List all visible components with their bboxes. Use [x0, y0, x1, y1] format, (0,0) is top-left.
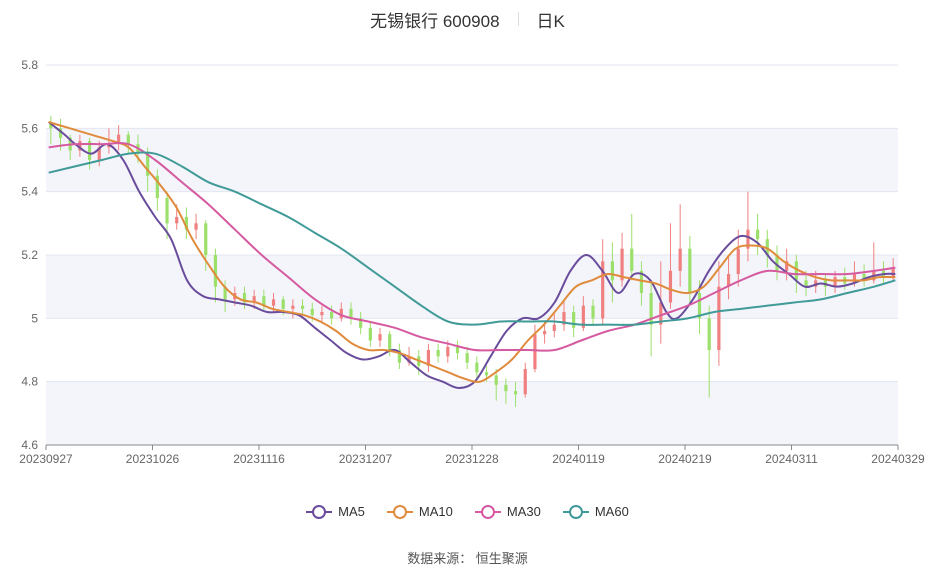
candle-body	[300, 305, 305, 309]
data-source: 数据来源： 恒生聚源	[407, 551, 528, 566]
legend-ma10-label: MA10	[418, 504, 453, 519]
candle-body	[833, 277, 837, 287]
candle-body	[630, 248, 634, 271]
candle-body	[204, 223, 208, 255]
legend-ma5-label: MA5	[338, 504, 365, 519]
chart-legend: MA5 MA10 MA30 MA60	[0, 504, 935, 519]
candle-body	[291, 305, 295, 309]
candle-body	[504, 384, 508, 392]
candle-body	[523, 369, 527, 395]
candle-body	[455, 346, 460, 354]
legend-ma5-icon	[306, 504, 333, 519]
legend-ma60-label: MA60	[594, 504, 629, 519]
legend-item-ma60[interactable]: MA60	[562, 504, 629, 519]
candle-body	[271, 299, 276, 306]
candle-body	[310, 308, 314, 316]
candle-body	[543, 331, 547, 335]
y-tick-label: 4.6	[21, 438, 38, 452]
candle-body	[436, 350, 440, 357]
x-tick-label: 20240329	[871, 452, 925, 466]
candle-body	[717, 286, 721, 350]
candle-body	[175, 217, 179, 224]
y-tick-label: 5.6	[21, 121, 38, 135]
candle-body	[126, 134, 130, 145]
x-tick-label: 20240311	[765, 452, 818, 466]
candle-body	[678, 248, 682, 271]
y-tick-label: 5	[31, 311, 38, 325]
candle-body	[668, 270, 673, 303]
legend-ma10-icon	[386, 504, 413, 519]
candle-body	[194, 223, 198, 230]
candle-body	[475, 362, 479, 373]
legend-item-ma5[interactable]: MA5	[306, 504, 365, 519]
legend-ma60-icon	[562, 504, 589, 519]
x-tick-label: 20230927	[19, 452, 73, 466]
grid-band	[46, 381, 898, 445]
candle-body	[378, 334, 382, 341]
x-tick-label: 20231228	[445, 452, 499, 466]
candle-body	[165, 198, 169, 224]
x-tick-label: 20231116	[233, 452, 285, 466]
candle-body	[513, 391, 518, 395]
candle-body	[494, 375, 498, 385]
legend-ma30-label: MA30	[506, 504, 541, 519]
candle-body	[688, 248, 692, 293]
x-tick-label: 20231207	[339, 452, 393, 466]
candle-body	[610, 261, 614, 281]
candle-body	[707, 318, 711, 350]
x-tick-label: 20231026	[126, 452, 180, 466]
legend-ma30-icon	[474, 504, 501, 519]
candle-body	[552, 324, 556, 331]
candle-body	[330, 312, 334, 319]
candle-body	[281, 299, 285, 309]
candle-body	[533, 334, 537, 369]
candle-body	[213, 255, 218, 287]
grid-band	[46, 255, 898, 319]
legend-item-ma10[interactable]: MA10	[386, 504, 453, 519]
x-tick-label: 20240219	[658, 452, 712, 466]
candle-body	[591, 305, 595, 319]
y-tick-label: 5.2	[21, 248, 38, 262]
candle-body	[484, 372, 489, 376]
y-tick-label: 4.8	[21, 375, 38, 389]
kline-chart: 4.6 4.8 5 5.2 5.4 5.6 5.8 20230927 20231026 20231…	[19, 58, 925, 466]
candle-body	[572, 312, 576, 328]
legend-item-ma30[interactable]: MA30	[474, 504, 541, 519]
candle-body	[388, 334, 392, 350]
y-tick-label: 5.8	[21, 58, 38, 72]
candle-body	[465, 353, 469, 363]
x-tick-label: 20240119	[552, 452, 605, 466]
grid-band	[46, 128, 898, 192]
y-tick-label: 5.4	[21, 185, 38, 199]
candle-body	[320, 312, 324, 316]
candle-body	[756, 229, 760, 240]
candle-body	[446, 346, 450, 357]
candle-body	[736, 248, 740, 274]
candle-body	[368, 327, 372, 341]
